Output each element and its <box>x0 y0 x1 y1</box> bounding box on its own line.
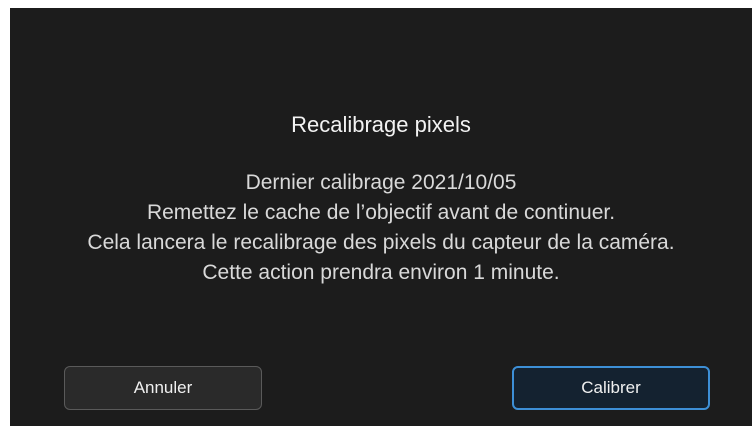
duration-text: Cette action prendra environ 1 minute. <box>202 261 560 284</box>
pixel-recalibration-dialog: Recalibrage pixels Dernier calibrage 202… <box>10 8 752 426</box>
lens-cap-instruction-text: Remettez le cache de l’objectif avant de… <box>146 201 616 224</box>
last-calibration-text: Dernier calibrage 2021/10/05 <box>245 171 517 194</box>
cancel-button-label: Annuler <box>133 378 193 397</box>
dialog-title: Recalibrage pixels <box>291 112 471 137</box>
camera-screen: Recalibrage pixels Dernier calibrage 202… <box>10 8 752 426</box>
calibrate-button[interactable]: Calibrer <box>512 366 710 410</box>
cancel-button[interactable]: Annuler <box>64 366 262 410</box>
recalibration-description-text: Cela lancera le recalibrage des pixels d… <box>87 231 675 254</box>
calibrate-button-label: Calibrer <box>581 378 641 397</box>
dialog-message: Dernier calibrage 2021/10/05 Remettez le… <box>10 168 752 288</box>
